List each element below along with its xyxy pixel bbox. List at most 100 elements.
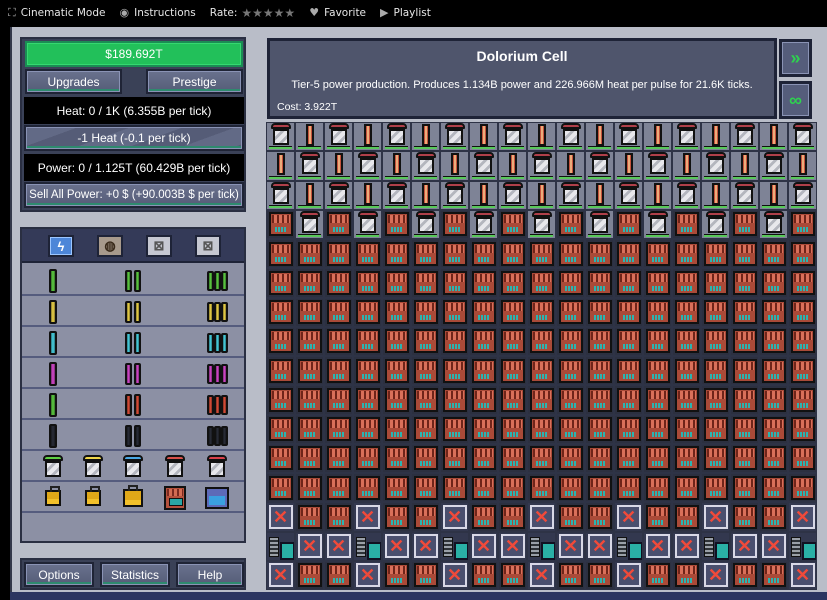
reactor-tile-dolorium-cell[interactable]	[266, 151, 295, 181]
reactor-tile-vent[interactable]	[266, 122, 295, 152]
reactor-tile-capacitor[interactable]	[411, 502, 440, 532]
reactor-tile-empty-locked-slot[interactable]: ✕	[498, 531, 527, 561]
reactor-tile-capacitor[interactable]	[585, 268, 614, 298]
reactor-tile-vent[interactable]	[788, 122, 817, 152]
reactor-tile-vent[interactable]	[730, 180, 759, 210]
reactor-tile-vent[interactable]	[614, 122, 643, 152]
reactor-tile-empty-locked-slot[interactable]: ✕	[614, 560, 643, 590]
part-single-cell[interactable]	[40, 330, 66, 356]
reactor-tile-dolorium-cell[interactable]	[324, 151, 353, 181]
reactor-tile-capacitor[interactable]	[382, 326, 411, 356]
reactor-tile-dolorium-cell[interactable]	[759, 180, 788, 210]
reactor-tile-capacitor[interactable]	[672, 385, 701, 415]
reactor-tile-capacitor[interactable]	[643, 443, 672, 473]
reactor-tile-capacitor[interactable]	[266, 385, 295, 415]
reactor-tile-vent[interactable]	[643, 209, 672, 239]
reactor-tile-capacitor[interactable]	[527, 239, 556, 269]
reactor-tile-dolorium-cell[interactable]	[643, 122, 672, 152]
reactor-tile-capacitor[interactable]	[440, 209, 469, 239]
reactor-tile-capacitor[interactable]	[701, 356, 730, 386]
reactor-tile-capacitor[interactable]	[527, 268, 556, 298]
reactor-tile-capacitor[interactable]	[614, 268, 643, 298]
reactor-tile-capacitor[interactable]	[788, 473, 817, 503]
reactor-tile-capacitor[interactable]	[440, 443, 469, 473]
reactor-tile-capacitor[interactable]	[353, 414, 382, 444]
reactor-tile-capacitor[interactable]	[440, 356, 469, 386]
part-vent[interactable]	[162, 454, 188, 480]
reactor-tile-capacitor[interactable]	[730, 414, 759, 444]
reactor-tile-capacitor[interactable]	[556, 297, 585, 327]
reactor-tile-capacitor[interactable]	[440, 268, 469, 298]
reactor-tile-dolorium-cell[interactable]	[469, 180, 498, 210]
reactor-tile-vent[interactable]	[556, 122, 585, 152]
reactor-tile-vent[interactable]	[266, 180, 295, 210]
reactor-tile-vent[interactable]	[527, 209, 556, 239]
reactor-tile-capacitor[interactable]	[556, 356, 585, 386]
reactor-tile-dolorium-cell[interactable]	[353, 122, 382, 152]
reactor-tile-capacitor[interactable]	[469, 414, 498, 444]
reactor-tile-capacitor[interactable]	[411, 560, 440, 590]
reactor-tile-capacitor[interactable]	[788, 414, 817, 444]
reactor-tile-vent[interactable]	[295, 151, 324, 181]
reactor-tile-capacitor[interactable]	[556, 414, 585, 444]
reactor-tile-capacitor[interactable]	[440, 414, 469, 444]
reactor-tile-capacitor[interactable]	[411, 239, 440, 269]
reactor-tile-capacitor[interactable]	[469, 239, 498, 269]
cinematic-mode-button[interactable]: ⛶ Cinematic Mode	[8, 6, 105, 20]
reactor-tile-dolorium-cell[interactable]	[759, 122, 788, 152]
reactor-tile-vent[interactable]	[788, 180, 817, 210]
reactor-tile-capacitor[interactable]	[730, 560, 759, 590]
reactor-tile-vent[interactable]	[411, 151, 440, 181]
tab-locked-2[interactable]: ⊠	[195, 235, 221, 257]
reactor-tile-capacitor[interactable]	[382, 502, 411, 532]
reactor-tile-capacitor[interactable]	[527, 385, 556, 415]
part-capacitor-red[interactable]	[162, 485, 188, 511]
reactor-tile-capacitor[interactable]	[614, 385, 643, 415]
reactor-tile-capacitor[interactable]	[353, 297, 382, 327]
reactor-tile-capacitor[interactable]	[382, 268, 411, 298]
reactor-tile-capacitor[interactable]	[672, 560, 701, 590]
reactor-tile-capacitor[interactable]	[324, 239, 353, 269]
reactor-tile-capacitor[interactable]	[266, 239, 295, 269]
reactor-tile-capacitor[interactable]	[353, 268, 382, 298]
reactor-tile-empty-locked-slot[interactable]: ✕	[527, 560, 556, 590]
reactor-tile-capacitor[interactable]	[614, 443, 643, 473]
reactor-tile-capacitor[interactable]	[556, 473, 585, 503]
reactor-tile-capacitor[interactable]	[266, 414, 295, 444]
reactor-tile-capacitor[interactable]	[585, 414, 614, 444]
reactor-tile-capacitor[interactable]	[469, 356, 498, 386]
reactor-tile-capacitor[interactable]	[614, 209, 643, 239]
reactor-tile-dolorium-cell[interactable]	[585, 122, 614, 152]
reactor-tile-vent[interactable]	[585, 209, 614, 239]
part-quad-cell[interactable]	[204, 361, 230, 387]
reactor-tile-capacitor[interactable]	[643, 414, 672, 444]
reactor-tile-capacitor[interactable]	[759, 326, 788, 356]
reactor-tile-dolorium-cell[interactable]	[411, 180, 440, 210]
reactor-tile-capacitor[interactable]	[498, 297, 527, 327]
reactor-tile-capacitor[interactable]	[672, 356, 701, 386]
reactor-tile-capacitor[interactable]	[701, 297, 730, 327]
reactor-tile-dolorium-cell[interactable]	[701, 122, 730, 152]
reactor-tile-capacitor[interactable]	[324, 268, 353, 298]
reactor-tile-capacitor[interactable]	[759, 560, 788, 590]
reactor-tile-empty-locked-slot[interactable]: ✕	[556, 531, 585, 561]
options-button[interactable]: Options	[24, 562, 94, 587]
reactor-tile-heat-exchanger[interactable]	[701, 531, 730, 561]
reactor-tile-dolorium-cell[interactable]	[382, 151, 411, 181]
reactor-tile-capacitor[interactable]	[730, 385, 759, 415]
reactor-tile-capacitor[interactable]	[469, 268, 498, 298]
reactor-tile-capacitor[interactable]	[382, 239, 411, 269]
reactor-tile-capacitor[interactable]	[759, 385, 788, 415]
reactor-tile-capacitor[interactable]	[556, 209, 585, 239]
reactor-tile-capacitor[interactable]	[469, 443, 498, 473]
reactor-tile-empty-locked-slot[interactable]: ✕	[701, 560, 730, 590]
reactor-tile-capacitor[interactable]	[759, 239, 788, 269]
reactor-tile-capacitor[interactable]	[324, 502, 353, 532]
part-vent[interactable]	[80, 454, 106, 480]
reactor-tile-vent[interactable]	[353, 209, 382, 239]
reactor-tile-capacitor[interactable]	[556, 385, 585, 415]
reactor-tile-capacitor[interactable]	[759, 473, 788, 503]
reactor-tile-capacitor[interactable]	[411, 268, 440, 298]
reactor-tile-capacitor[interactable]	[440, 326, 469, 356]
reactor-tile-capacitor[interactable]	[295, 414, 324, 444]
